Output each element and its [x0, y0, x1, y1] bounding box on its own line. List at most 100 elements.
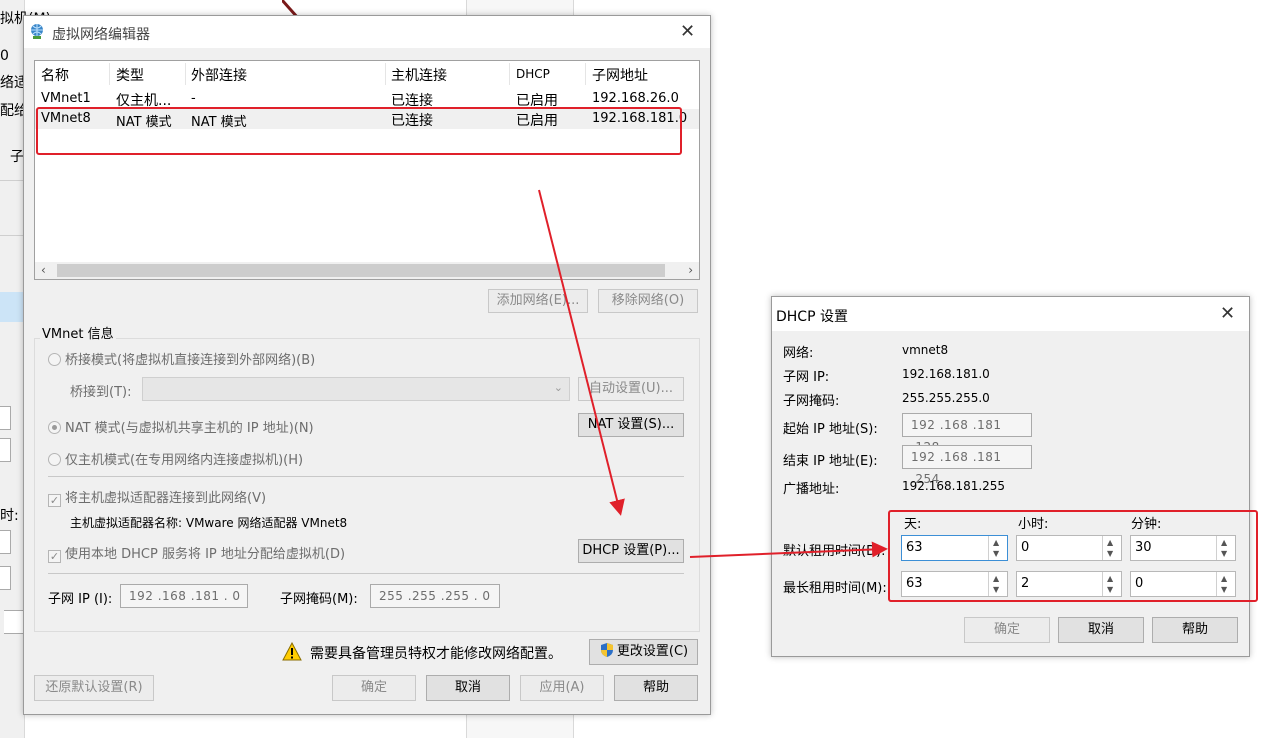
remove-network-button[interactable]: 移除网络(O) — [598, 289, 698, 313]
cell-external: NAT 模式 — [191, 115, 247, 130]
ok-button[interactable]: 确定 — [332, 675, 416, 701]
bg-text: 0 — [0, 48, 9, 64]
start-ip-field[interactable]: 192 .168 .181 .128 — [902, 413, 1032, 454]
cell-type: NAT 模式 — [116, 115, 172, 130]
max-lease-hours-stepper[interactable]: 2 ▲ ▼ — [1016, 571, 1122, 597]
network-value: vmnet8 — [902, 343, 949, 357]
bg-selected-item — [0, 292, 24, 322]
subnet-ip-label: 子网 IP: — [783, 370, 830, 385]
chevron-up-icon[interactable]: ▲ — [1107, 539, 1113, 547]
stepper-value: 2 — [1021, 576, 1030, 591]
subnet-mask-field[interactable]: 255 .255 .255 . 0 — [370, 584, 500, 608]
bg-input — [0, 406, 11, 430]
cancel-button[interactable]: 取消 — [426, 675, 510, 701]
dhcp-cancel-button[interactable]: 取消 — [1058, 617, 1144, 643]
subnet-ip-field[interactable]: 192 .168 .181 . 0 — [120, 584, 248, 608]
chevron-down-icon[interactable]: ▼ — [1221, 586, 1227, 594]
bg-input — [0, 566, 11, 590]
column-header-host[interactable]: 主机连接 — [391, 65, 447, 85]
group-title: VMnet 信息 — [40, 323, 116, 342]
radio-selected-icon — [48, 421, 61, 434]
help-button[interactable]: 帮助 — [614, 675, 698, 701]
cell-dhcp: 已启用 — [516, 93, 558, 109]
radio-icon — [48, 353, 61, 366]
network-list[interactable]: 名称 类型 外部连接 主机连接 DHCP 子网地址 VMnet1 仅主机... … — [34, 60, 700, 280]
dhcp-settings-dialog: DHCP 设置 ✕ 网络: vmnet8 子网 IP: 192.168.181.… — [771, 296, 1250, 657]
virtual-network-editor-dialog: 虚拟网络编辑器 ✕ 名称 类型 外部连接 主机连接 DHCP 子网地址 VMne… — [23, 15, 711, 715]
stepper-value: 63 — [906, 576, 923, 591]
dialog-title: 虚拟网络编辑器 — [52, 27, 150, 43]
dhcp-settings-button[interactable]: DHCP 设置(P)... — [578, 539, 684, 563]
default-lease-days-stepper[interactable]: 63 ▲ ▼ — [901, 535, 1008, 561]
dhcp-help-button[interactable]: 帮助 — [1152, 617, 1238, 643]
column-header-subnet[interactable]: 子网地址 — [592, 65, 648, 85]
max-lease-days-stepper[interactable]: 63 ▲ ▼ — [901, 571, 1008, 597]
admin-warning-text: 需要具备管理员特权才能修改网络配置。 — [310, 646, 562, 662]
chevron-up-icon[interactable]: ▲ — [1221, 539, 1227, 547]
scrollbar-thumb[interactable] — [57, 264, 665, 277]
network-globe-icon — [31, 24, 43, 39]
chevron-down-icon[interactable]: ▼ — [1107, 586, 1113, 594]
broadcast-value: 192.168.181.255 — [902, 479, 1006, 493]
subnet-ip-value: 192.168.181.0 — [902, 367, 990, 381]
use-dhcp-checkbox[interactable]: ✓ 使用本地 DHCP 服务将 IP 地址分配给虚拟机(D) — [48, 543, 345, 563]
background-window-left: 拟机(M) 0 络适 配给 子 时: — [0, 0, 51, 738]
column-header-dhcp[interactable]: DHCP — [516, 67, 550, 81]
chevron-up-icon[interactable]: ▲ — [1221, 575, 1227, 583]
chevron-up-icon[interactable]: ▲ — [993, 575, 999, 583]
bg-text: 时: — [0, 508, 19, 524]
close-icon[interactable]: ✕ — [1220, 305, 1235, 323]
bridge-to-select[interactable]: ⌄ — [142, 377, 570, 401]
nat-mode-label: NAT 模式(与虚拟机共享主机的 IP 地址)(N) — [65, 421, 314, 436]
dialog-title-bar: 虚拟网络编辑器 ✕ — [24, 16, 710, 48]
dhcp-ok-button[interactable]: 确定 — [964, 617, 1050, 643]
stepper-value: 0 — [1135, 576, 1144, 591]
hours-header: 小时: — [1018, 517, 1049, 532]
auto-settings-button[interactable]: 自动设置(U)... — [578, 377, 684, 401]
max-lease-label: 最长租用时间(M): — [783, 581, 887, 596]
restore-defaults-button[interactable]: 还原默认设置(R) — [34, 675, 154, 701]
scroll-left-icon[interactable]: ‹ — [41, 262, 46, 279]
change-settings-button[interactable]: 更改设置(C) — [589, 639, 698, 665]
close-icon[interactable]: ✕ — [680, 23, 695, 41]
max-lease-minutes-stepper[interactable]: 0 ▲ ▼ — [1130, 571, 1236, 597]
chevron-up-icon[interactable]: ▲ — [993, 539, 999, 547]
subnet-ip-label: 子网 IP (I): — [48, 592, 113, 607]
chevron-down-icon[interactable]: ▼ — [1107, 550, 1113, 558]
network-label: 网络: — [783, 346, 814, 361]
chevron-down-icon: ⌄ — [553, 381, 563, 394]
warning-icon — [282, 642, 302, 661]
apply-button[interactable]: 应用(A) — [520, 675, 604, 701]
default-lease-hours-stepper[interactable]: 0 ▲ ▼ — [1016, 535, 1122, 561]
stepper-value: 0 — [1021, 540, 1030, 555]
cell-external: - — [191, 91, 196, 106]
connect-adapter-checkbox[interactable]: ✓ 将主机虚拟适配器连接到此网络(V) — [48, 487, 266, 507]
bridge-mode-radio[interactable]: 桥接模式(将虚拟机直接连接到外部网络)(B) — [48, 349, 315, 368]
chevron-down-icon[interactable]: ▼ — [1221, 550, 1227, 558]
column-header-name[interactable]: 名称 — [41, 65, 69, 85]
bg-input — [0, 438, 11, 462]
nat-settings-button[interactable]: NAT 设置(S)... — [578, 413, 684, 437]
dhcp-title-bar: DHCP 设置 ✕ — [772, 297, 1249, 331]
horizontal-scrollbar[interactable]: ‹ › — [35, 262, 699, 279]
bridge-to-label: 桥接到(T): — [70, 385, 132, 400]
column-header-external[interactable]: 外部连接 — [191, 65, 247, 85]
column-header-type[interactable]: 类型 — [116, 65, 144, 85]
bridge-mode-label: 桥接模式(将虚拟机直接连接到外部网络)(B) — [65, 353, 316, 368]
table-row[interactable]: VMnet1 仅主机... - 已连接 已启用 192.168.26.0 — [35, 89, 699, 109]
subnet-mask-label: 子网掩码: — [783, 394, 840, 409]
cell-dhcp: 已启用 — [516, 113, 558, 129]
add-network-button[interactable]: 添加网络(E)... — [488, 289, 588, 313]
end-ip-field[interactable]: 192 .168 .181 .254 — [902, 445, 1032, 486]
list-header: 名称 类型 外部连接 主机连接 DHCP 子网地址 — [35, 61, 699, 87]
scroll-right-icon[interactable]: › — [688, 262, 693, 279]
host-only-radio[interactable]: 仅主机模式(在专用网络内连接虚拟机)(H) — [48, 449, 303, 468]
chevron-down-icon[interactable]: ▼ — [993, 550, 999, 558]
table-row[interactable]: VMnet8 NAT 模式 NAT 模式 已连接 已启用 192.168.181… — [35, 109, 699, 130]
minutes-header: 分钟: — [1131, 517, 1162, 532]
default-lease-minutes-stepper[interactable]: 30 ▲ ▼ — [1130, 535, 1236, 561]
chevron-up-icon[interactable]: ▲ — [1107, 575, 1113, 583]
nat-mode-radio[interactable]: NAT 模式(与虚拟机共享主机的 IP 地址)(N) — [48, 417, 314, 436]
chevron-down-icon[interactable]: ▼ — [993, 586, 999, 594]
cell-type: 仅主机... — [116, 93, 172, 109]
